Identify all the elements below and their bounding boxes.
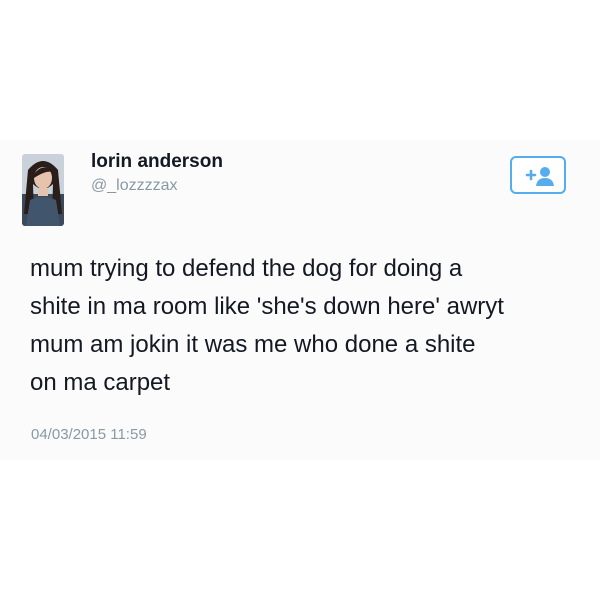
user-display-name[interactable]: lorin anderson	[91, 151, 223, 173]
tweet-timestamp[interactable]: 04/03/2015 11:59	[31, 426, 147, 443]
profile-photo-icon	[22, 154, 64, 226]
user-avatar[interactable]	[22, 154, 64, 226]
user-handle[interactable]: @_lozzzzax	[91, 177, 178, 195]
tweet-text-line: shite in ma room like 'she's down here' …	[30, 293, 504, 320]
follow-button[interactable]	[510, 156, 566, 194]
tweet-text-line: mum trying to defend the dog for doing a	[30, 255, 463, 282]
tweet-text: mum trying to defend the dog for doing a…	[30, 250, 590, 402]
tweet-card: lorin anderson @_lozzzzax mum trying to …	[0, 140, 600, 460]
follow-user-icon	[525, 167, 554, 186]
tweet-text-line: on ma carpet	[30, 369, 171, 396]
tweet-text-line: mum am jokin it was me who done a shite	[30, 331, 476, 358]
